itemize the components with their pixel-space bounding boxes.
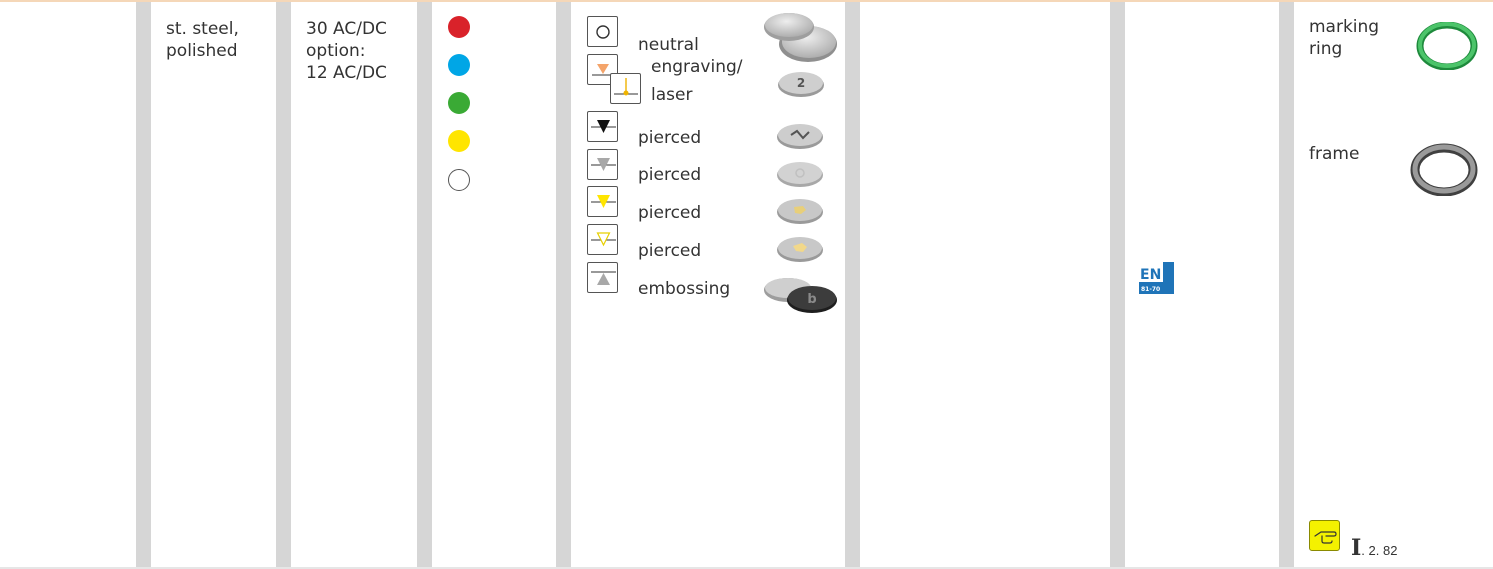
voltage-line-1: 30 AC/DC	[306, 19, 387, 39]
engraving-label-line-2: laser	[651, 85, 693, 105]
en-standard-badge-icon: EN 81-70	[1139, 262, 1174, 294]
pointing-hand-icon	[1309, 520, 1340, 551]
engraving-label-line-1: engraving/	[651, 57, 743, 77]
top-border	[0, 0, 1493, 2]
pierced-black-label: pierced	[638, 128, 702, 148]
led-color-blue-dot	[448, 54, 470, 76]
svg-text:2: 2	[797, 76, 805, 90]
material-line-2: polished	[166, 41, 238, 61]
neutral-label: neutral	[638, 35, 699, 55]
led-color-green-dot	[448, 92, 470, 114]
embossed-cap-sample-icon: b	[764, 278, 837, 313]
svg-text:b: b	[807, 292, 816, 307]
column-separator	[1279, 2, 1294, 567]
led-color-red-dot	[448, 16, 470, 38]
pierced-yellow-outline-cap-sample-icon	[777, 237, 823, 262]
pierced-black-symbol-icon	[587, 111, 618, 142]
svg-text:81-70: 81-70	[1141, 286, 1160, 293]
svg-text:EN: EN	[1140, 267, 1161, 283]
pierced-yellow-label: pierced	[638, 203, 702, 223]
frame-label: frame	[1309, 144, 1360, 164]
engraved-cap-sample-icon: 2	[778, 72, 824, 97]
pierced-grey-label: pierced	[638, 165, 702, 185]
material-line-1: st. steel,	[166, 19, 239, 39]
pierced-yellow-cap-sample-icon	[777, 199, 823, 224]
column-separator	[556, 2, 571, 567]
marking-ring-icon	[1416, 22, 1478, 70]
column-separator	[136, 2, 151, 567]
column-separator	[1110, 2, 1125, 567]
pierced-grey-cap-sample-icon	[777, 162, 823, 187]
column-separator	[276, 2, 291, 567]
pierced-black-cap-sample-icon	[777, 124, 823, 149]
reference-roman: I	[1351, 535, 1362, 561]
pierced-yellow-symbol-icon	[587, 186, 618, 217]
pierced-grey-symbol-icon	[587, 149, 618, 180]
embossing-label: embossing	[638, 279, 731, 299]
reference-section: . 2. 82	[1361, 543, 1398, 558]
laser-symbol-icon	[610, 73, 641, 104]
neutral-symbol-icon	[587, 16, 618, 47]
column-separator	[417, 2, 432, 567]
led-color-yellow-dot	[448, 130, 470, 152]
pierced-yellow-outline-symbol-icon	[587, 224, 618, 255]
voltage-line-3: 12 AC/DC	[306, 63, 387, 83]
embossing-symbol-icon	[587, 262, 618, 293]
column-separator	[845, 2, 860, 567]
neutral-cap-sample-icon	[764, 13, 837, 62]
marking-ring-label-line-1: marking	[1309, 17, 1380, 37]
marking-ring-label-line-2: ring	[1309, 39, 1343, 59]
voltage-line-2: option:	[306, 41, 366, 61]
page-reference[interactable]: I. 2. 82	[1351, 535, 1397, 561]
pierced-yellow-outline-label: pierced	[638, 241, 702, 261]
led-color-white-dot	[448, 169, 470, 191]
frame-ring-icon	[1410, 143, 1478, 196]
